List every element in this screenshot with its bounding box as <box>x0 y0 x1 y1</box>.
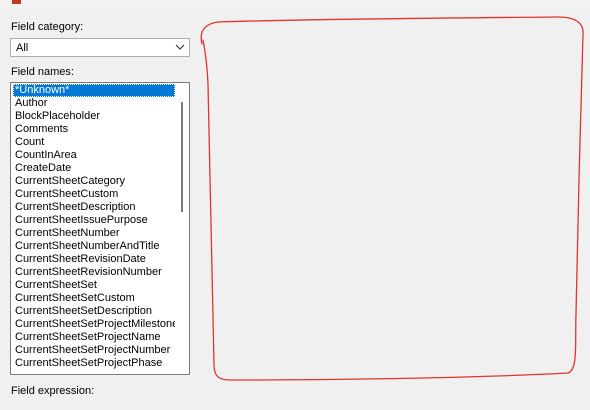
field-name-item[interactable]: CurrentSheetSetDescription <box>13 305 175 318</box>
field-name-item[interactable]: CurrentSheetSetProjectMilestone <box>13 318 175 331</box>
field-name-item[interactable]: Count <box>13 136 175 149</box>
title-bar <box>0 0 590 9</box>
field-expression-text-cut <box>11 402 571 410</box>
field-name-item[interactable]: CurrentSheetCustom <box>13 188 175 201</box>
field-name-item[interactable]: Author <box>13 97 175 110</box>
field-name-item[interactable]: BlockPlaceholder <box>13 110 175 123</box>
field-name-item[interactable]: CreateDate <box>13 162 175 175</box>
field-name-item[interactable]: CurrentSheetSet <box>13 279 175 292</box>
field-name-item[interactable]: CountInArea <box>13 149 175 162</box>
field-name-item[interactable]: CurrentSheetSetCustom <box>13 292 175 305</box>
chevron-down-icon <box>175 44 185 50</box>
field-name-item[interactable]: Comments <box>13 123 175 136</box>
app-icon <box>12 0 21 4</box>
field-category-value: All <box>16 42 29 54</box>
field-name-item[interactable]: CurrentSheetRevisionDate <box>13 253 175 266</box>
field-category-dropdown[interactable]: All <box>10 38 190 57</box>
list-scrollbar[interactable] <box>176 84 188 373</box>
field-names-items: *Unknown* Author BlockPlaceholder Comments C… <box>13 84 175 370</box>
scrollbar-thumb[interactable] <box>181 102 183 212</box>
red-annotation-box <box>200 16 584 381</box>
field-expression-label: Field expression: <box>11 385 95 397</box>
field-name-item[interactable]: CurrentSheetDescription <box>13 201 175 214</box>
field-name-item[interactable]: CurrentSheetRevisionNumber <box>13 266 175 279</box>
field-name-item[interactable]: CurrentSheetSetProjectPhase <box>13 357 175 370</box>
field-name-item[interactable]: CurrentSheetSetProjectName <box>13 331 175 344</box>
field-name-item[interactable]: CurrentSheetNumber <box>13 227 175 240</box>
field-category-label: Field category: <box>11 21 84 33</box>
field-names-list[interactable]: *Unknown* Author BlockPlaceholder Comments C… <box>10 82 190 375</box>
field-name-item[interactable]: CurrentSheetSetProjectNumber <box>13 344 175 357</box>
field-name-item[interactable]: CurrentSheetNumberAndTitle <box>13 240 175 253</box>
field-name-item[interactable]: *Unknown* <box>13 84 175 97</box>
field-names-label: Field names: <box>11 66 74 78</box>
field-name-item[interactable]: CurrentSheetCategory <box>13 175 175 188</box>
field-name-item[interactable]: CurrentSheetIssuePurpose <box>13 214 175 227</box>
